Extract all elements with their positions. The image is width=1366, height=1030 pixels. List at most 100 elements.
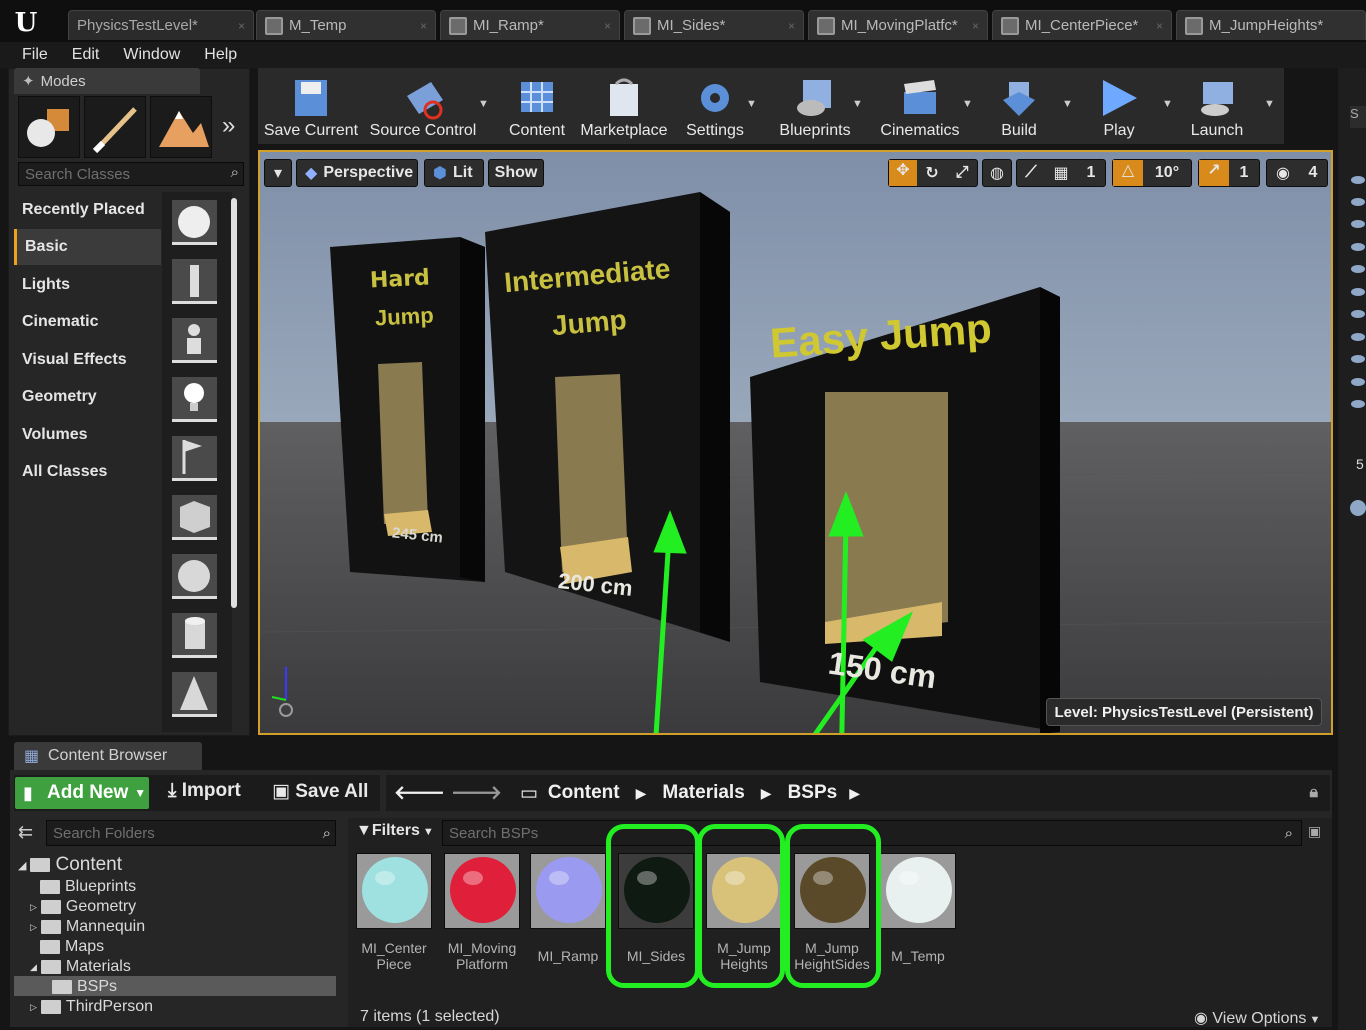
close-icon[interactable]: × bbox=[788, 19, 795, 33]
surface-snap-icon[interactable]: ⟋ bbox=[1017, 164, 1045, 182]
menu-edit[interactable]: Edit bbox=[60, 46, 112, 64]
asset-name[interactable]: M_Temp bbox=[873, 948, 963, 964]
level-viewport[interactable]: Hard Jump 245 cm Intermediate Jump 200 c… bbox=[258, 150, 1333, 735]
asset-tile[interactable] bbox=[530, 853, 606, 929]
save-all-button[interactable]: ▣ Save All bbox=[272, 780, 368, 803]
launch-button[interactable]: Launch bbox=[1182, 70, 1252, 144]
tab-mi-movingplatform[interactable]: MI_MovingPlatfc* × bbox=[808, 10, 988, 40]
folder-item-bsps[interactable]: BSPs bbox=[52, 978, 117, 996]
cinematics-button[interactable]: Cinematics bbox=[876, 70, 964, 144]
breadcrumb-separator-icon[interactable]: ▶ bbox=[761, 785, 772, 802]
cube-item[interactable] bbox=[172, 495, 217, 540]
camera-speed-icon[interactable]: ◉ bbox=[1267, 163, 1299, 183]
folder-item-materials[interactable]: ◢ Materials bbox=[30, 958, 131, 976]
rotation-snap-value[interactable]: 10° bbox=[1143, 164, 1191, 182]
content-button[interactable]: Content bbox=[504, 70, 570, 144]
launch-dropdown-icon[interactable]: ▼ bbox=[1264, 98, 1275, 110]
empty-character-item[interactable] bbox=[172, 259, 217, 304]
breadcrumb-separator-icon[interactable]: ▶ bbox=[636, 785, 647, 802]
point-light-item[interactable] bbox=[172, 377, 217, 422]
tab-mi-ramp[interactable]: MI_Ramp* × bbox=[440, 10, 620, 40]
tab-physicstestlevel[interactable]: PhysicsTestLevel* × bbox=[68, 10, 254, 40]
place-mode-button[interactable] bbox=[18, 96, 80, 158]
search-classes-input[interactable]: Search Classes ⌕ bbox=[18, 162, 244, 186]
asset-name[interactable]: MI_Ramp bbox=[523, 948, 613, 964]
viewport-options-dropdown[interactable]: ▾ bbox=[264, 159, 292, 187]
back-arrow-icon[interactable]: 🡐 bbox=[394, 781, 445, 805]
close-icon[interactable]: × bbox=[420, 19, 427, 33]
build-button[interactable]: Build bbox=[986, 70, 1052, 144]
save-search-icon[interactable]: ▣ bbox=[1308, 823, 1321, 840]
tab-mi-sides[interactable]: MI_Sides* × bbox=[624, 10, 804, 40]
info-icon[interactable] bbox=[1350, 500, 1366, 516]
blueprints-button[interactable]: Blueprints bbox=[774, 70, 856, 144]
build-dropdown-icon[interactable]: ▼ bbox=[1062, 98, 1073, 110]
save-current-button[interactable]: Save Current bbox=[262, 70, 360, 144]
category-lights[interactable]: Lights bbox=[14, 267, 161, 303]
tab-mi-centerpiece[interactable]: MI_CenterPiece* × bbox=[992, 10, 1172, 40]
filters-button[interactable]: ▼Filters ▼ bbox=[356, 822, 434, 840]
scale-snap-icon[interactable]: ↗ bbox=[1199, 160, 1229, 186]
breadcrumb-materials[interactable]: Materials bbox=[662, 782, 744, 804]
menu-file[interactable]: File bbox=[10, 46, 60, 64]
category-volumes[interactable]: Volumes bbox=[14, 417, 161, 453]
folder-item-mannequin[interactable]: ▷ Mannequin bbox=[30, 918, 145, 936]
rotate-tool-icon[interactable]: ↻ bbox=[917, 163, 947, 183]
close-icon[interactable]: × bbox=[972, 19, 979, 33]
search-folders-input[interactable]: Search Folders ⌕ bbox=[46, 820, 336, 846]
breadcrumb-separator-icon[interactable]: ▶ bbox=[849, 785, 860, 802]
rotation-snap-icon[interactable]: △ bbox=[1113, 160, 1143, 186]
import-button[interactable]: ⤓ Import bbox=[168, 780, 241, 802]
asset-tile[interactable] bbox=[444, 853, 520, 929]
tab-m-temp[interactable]: M_Temp × bbox=[256, 10, 436, 40]
close-icon[interactable]: × bbox=[238, 19, 245, 33]
scale-tool-icon[interactable]: ⤢ bbox=[947, 164, 977, 182]
close-icon[interactable]: × bbox=[1156, 19, 1163, 33]
asset-tile[interactable] bbox=[356, 853, 432, 929]
cone-item[interactable] bbox=[172, 672, 217, 717]
content-browser-tab[interactable]: ▦ Content Browser bbox=[14, 742, 202, 770]
class-list-scrollbar[interactable] bbox=[231, 198, 237, 608]
folder-item-content[interactable]: ◢ Content bbox=[18, 854, 122, 876]
landscape-mode-button[interactable] bbox=[150, 96, 212, 158]
category-all-classes[interactable]: All Classes bbox=[14, 454, 161, 490]
grid-snap-icon[interactable]: ▦ bbox=[1045, 163, 1077, 183]
play-button[interactable]: Play bbox=[1086, 70, 1152, 144]
cylinder-item[interactable] bbox=[172, 613, 217, 658]
sphere-item[interactable] bbox=[172, 554, 217, 599]
paint-mode-button[interactable] bbox=[84, 96, 146, 158]
add-new-button[interactable]: ▮ Add New ▼ bbox=[15, 777, 149, 809]
expand-arrow-icon[interactable]: ▷ bbox=[30, 1002, 37, 1013]
breadcrumb-bsps[interactable]: BSPs bbox=[788, 782, 838, 804]
asset-name[interactable]: MI_Center Piece bbox=[349, 940, 439, 972]
unreal-logo-icon[interactable]: U bbox=[4, 8, 48, 42]
category-visual-effects[interactable]: Visual Effects bbox=[14, 342, 161, 378]
source-control-button[interactable]: Source Control bbox=[364, 70, 482, 144]
view-options-button[interactable]: ◉ View Options ▼ bbox=[1194, 1008, 1320, 1028]
scale-snap-value[interactable]: 1 bbox=[1229, 164, 1259, 182]
folder-item-blueprints[interactable]: Blueprints bbox=[40, 878, 136, 896]
collapse-sources-icon[interactable]: ⇇ bbox=[18, 822, 33, 843]
lock-icon[interactable]: 🔒︎ bbox=[1309, 784, 1318, 802]
category-basic[interactable]: Basic bbox=[14, 229, 161, 265]
category-geometry[interactable]: Geometry bbox=[14, 379, 161, 415]
source-control-dropdown-icon[interactable]: ▼ bbox=[478, 98, 489, 110]
menu-window[interactable]: Window bbox=[111, 46, 192, 64]
camera-speed-value[interactable]: 4 bbox=[1299, 164, 1327, 182]
settings-dropdown-icon[interactable]: ▼ bbox=[746, 98, 757, 110]
close-icon[interactable]: × bbox=[604, 19, 611, 33]
folder-item-maps[interactable]: Maps bbox=[40, 938, 104, 956]
translate-tool-icon[interactable]: ✥ bbox=[889, 160, 917, 186]
empty-actor-item[interactable] bbox=[172, 200, 217, 245]
breadcrumb-content[interactable]: Content bbox=[548, 782, 620, 804]
folder-item-geometry[interactable]: ▷ Geometry bbox=[30, 898, 136, 916]
world-local-toggle[interactable]: ◍ bbox=[982, 159, 1012, 187]
modes-tab[interactable]: ✦ Modes bbox=[14, 68, 200, 94]
asset-name[interactable]: MI_Moving Platform bbox=[437, 940, 527, 972]
tab-m-jumpheights[interactable]: M_JumpHeights* bbox=[1176, 10, 1366, 40]
perspective-button[interactable]: ◆ Perspective bbox=[296, 159, 418, 187]
folder-item-thirdperson[interactable]: ▷ ThirdPerson bbox=[30, 998, 153, 1016]
expand-arrow-icon[interactable]: ◢ bbox=[18, 859, 26, 872]
empty-pawn-item[interactable] bbox=[172, 318, 217, 363]
grid-snap-value[interactable]: 1 bbox=[1077, 164, 1105, 182]
